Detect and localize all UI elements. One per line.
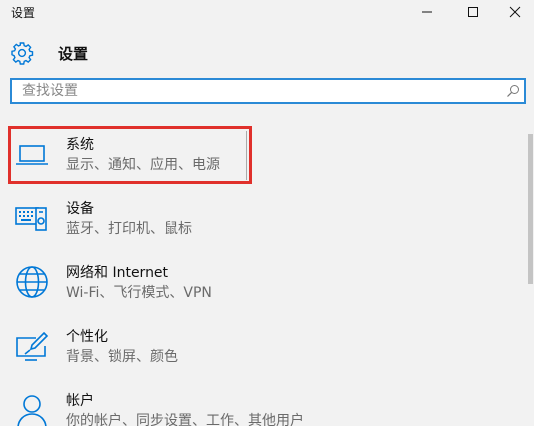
category-name: 网络和 Internet (66, 265, 169, 281)
window-title: 设置 (11, 6, 36, 20)
search-icon[interactable] (506, 84, 520, 98)
category-description: 你的帐户、同步设置、工作、其他用户 (66, 413, 304, 426)
category-system[interactable]: 系统 显示、通知、应用、电源 (8, 128, 508, 184)
category-personalization[interactable]: 个性化 背景、锁屏、颜色 (8, 320, 508, 376)
account-icon (17, 395, 47, 426)
maximize-icon (468, 7, 478, 17)
settings-window: 设置 设置 查找设置 系统 显示、通知、应用、电源 设备 蓝牙、打印机、鼠标 网… (0, 0, 534, 426)
maximize-button[interactable] (450, 0, 496, 24)
minimize-button[interactable] (404, 0, 450, 24)
personalize-icon (16, 331, 49, 361)
category-description: Wi-Fi、飞行模式、VPN (66, 285, 212, 301)
globe-icon (16, 266, 48, 298)
category-description: 蓝牙、打印机、鼠标 (66, 221, 192, 237)
category-devices[interactable]: 设备 蓝牙、打印机、鼠标 (8, 192, 508, 248)
category-name: 个性化 (66, 329, 108, 345)
title-bar: 设置 (0, 0, 534, 24)
laptop-icon (16, 145, 48, 165)
category-name: 帐户 (66, 393, 94, 409)
search-input[interactable] (12, 80, 502, 102)
category-name: 设备 (66, 201, 94, 217)
gear-icon (11, 42, 34, 65)
page-header: 设置 (10, 40, 88, 66)
minimize-icon (422, 11, 432, 13)
category-name: 系统 (66, 137, 94, 153)
scrollbar[interactable] (527, 126, 534, 426)
close-button[interactable] (496, 0, 534, 24)
search-box[interactable] (10, 78, 526, 104)
page-title: 设置 (58, 44, 89, 63)
category-description: 背景、锁屏、颜色 (66, 349, 178, 365)
category-description: 显示、通知、应用、电源 (66, 157, 220, 173)
category-accounts[interactable]: 帐户 你的帐户、同步设置、工作、其他用户 (8, 384, 508, 426)
close-icon (509, 6, 521, 18)
devices-icon (15, 207, 47, 231)
scrollbar-thumb[interactable] (528, 134, 533, 284)
category-network[interactable]: 网络和 Internet Wi-Fi、飞行模式、VPN (8, 256, 508, 312)
